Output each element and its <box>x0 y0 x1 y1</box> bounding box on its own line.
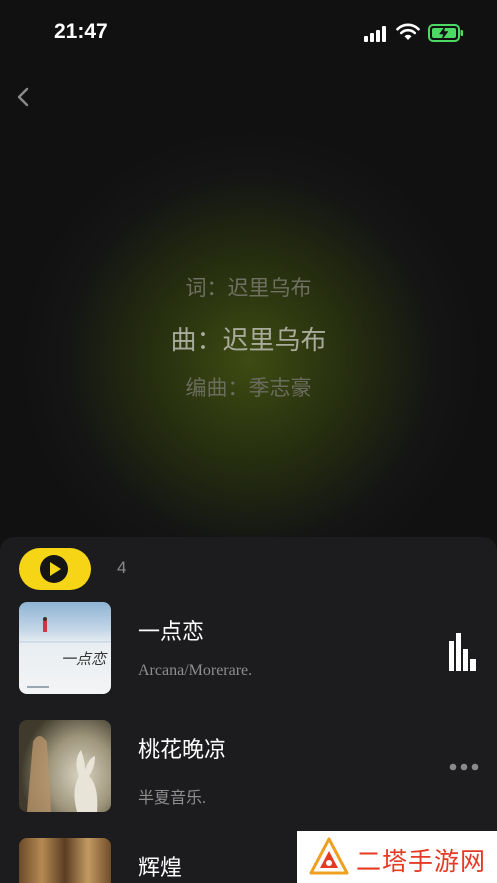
wifi-icon <box>396 23 420 40</box>
song-artist: 半夏音乐. <box>138 790 207 807</box>
cover-title-text: 一点恋 <box>61 650 107 668</box>
song-title[interactable]: 一点恋 <box>138 614 204 646</box>
battery-charging-icon <box>428 24 463 42</box>
album-cover[interactable] <box>19 720 111 812</box>
song-title[interactable]: 桃花晚凉 <box>138 732 226 764</box>
watermark-text: 二塔手游网 <box>356 847 487 876</box>
composer-credit: 曲：迟里乌布 <box>170 326 327 356</box>
album-cover[interactable]: 一点恋 <box>19 602 111 694</box>
back-chevron-icon[interactable] <box>13 82 35 112</box>
play-all-button[interactable] <box>19 548 91 590</box>
status-time: 21:47 <box>54 20 108 43</box>
album-cover[interactable] <box>19 838 111 883</box>
cellular-signal-icon <box>364 26 386 42</box>
arranger-credit: 编曲：季志豪 <box>185 376 312 400</box>
more-options-icon[interactable] <box>449 763 479 771</box>
song-artist: Arcana/Morerare. <box>138 662 253 679</box>
watermark-logo-icon <box>309 837 349 875</box>
cover-art-rabbit <box>27 736 98 812</box>
playlist-count: 4 <box>117 558 127 577</box>
now-playing-bars-icon[interactable] <box>449 633 477 671</box>
song-title[interactable]: 辉煌 <box>138 850 182 882</box>
lyricist-credit: 词：迟里乌布 <box>185 276 312 300</box>
watermark-banner: 二塔手游网 <box>297 831 497 883</box>
status-bar: 21:47 <box>0 0 497 66</box>
